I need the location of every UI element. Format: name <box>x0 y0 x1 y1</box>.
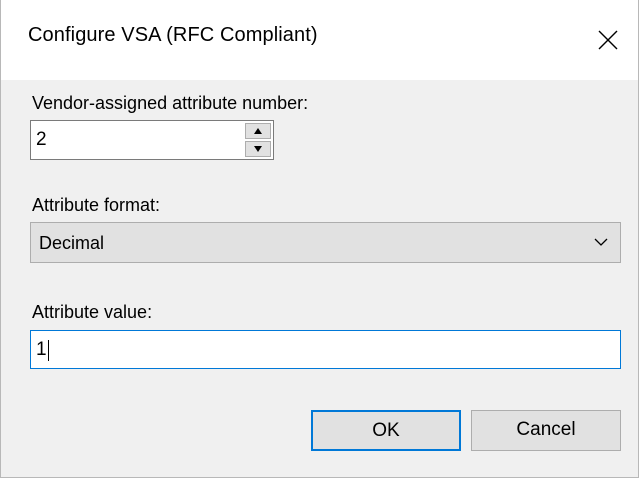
attribute-format-value: Decimal <box>39 233 105 253</box>
attribute-number-input[interactable] <box>31 121 241 159</box>
spin-down-button[interactable] <box>245 141 271 157</box>
attribute-value-field <box>30 330 621 369</box>
close-button[interactable] <box>572 0 638 80</box>
chevron-down-icon <box>594 238 608 246</box>
attribute-format-label: Attribute format: <box>32 195 161 215</box>
attribute-number-label: Vendor-assigned attribute number: <box>32 93 309 113</box>
arrow-up-icon <box>254 128 262 134</box>
close-icon <box>598 30 618 50</box>
attribute-number-spinner <box>30 120 274 160</box>
attribute-value-label: Attribute value: <box>32 302 153 322</box>
dialog-window: Configure VSA (RFC Compliant) Vendor-ass… <box>0 0 639 478</box>
spin-up-button[interactable] <box>245 123 271 139</box>
ok-button[interactable]: OK <box>311 410 461 451</box>
cancel-button[interactable]: Cancel <box>471 410 621 451</box>
spinner-buttons <box>245 123 271 157</box>
text-caret <box>48 340 49 361</box>
title-bar: Configure VSA (RFC Compliant) <box>1 0 638 80</box>
arrow-down-icon <box>254 146 262 152</box>
attribute-value-input[interactable] <box>31 331 620 368</box>
dialog-title: Configure VSA (RFC Compliant) <box>28 24 318 46</box>
attribute-format-select[interactable]: Decimal <box>30 222 621 263</box>
